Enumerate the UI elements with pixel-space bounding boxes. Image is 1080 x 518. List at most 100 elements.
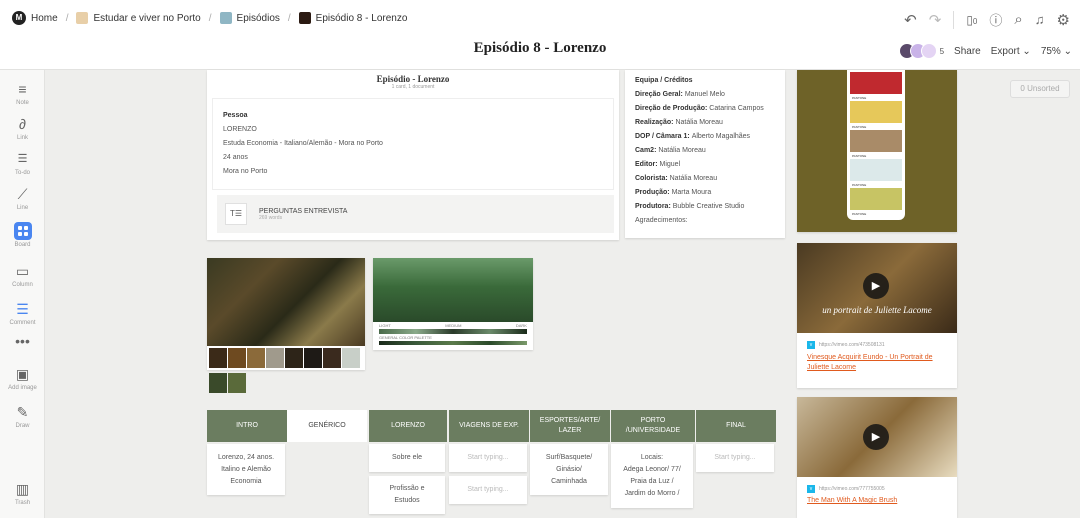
breadcrumb: M Home / Estudar e viver no Porto / Epis… bbox=[12, 11, 407, 25]
column-card[interactable]: Surf/Basquete/Ginásio/Caminhada bbox=[530, 444, 608, 495]
column-header[interactable]: ESPORTES/ARTE/LAZER bbox=[530, 410, 610, 442]
palette-label: DARK bbox=[515, 323, 527, 328]
tool-trash[interactable]: ▥ Trash bbox=[0, 480, 45, 506]
note-line: Estuda Economia - Italiano/Alemão - Mora… bbox=[223, 140, 383, 147]
column-header[interactable]: INTRO bbox=[207, 410, 287, 442]
note-line: Pessoa bbox=[223, 112, 248, 119]
column-card[interactable]: Start typing... bbox=[449, 476, 527, 504]
help-icon[interactable]: ⓘ bbox=[989, 10, 1002, 29]
redo-icon[interactable]: ↷ bbox=[929, 11, 942, 29]
device-icon[interactable]: ▯0 bbox=[966, 13, 977, 27]
tool-more[interactable]: ••• bbox=[0, 332, 45, 350]
column-card[interactable]: Start typing... bbox=[449, 444, 527, 472]
note-card[interactable]: Pessoa LORENZO Estuda Economia - Italian… bbox=[212, 98, 614, 190]
tool-line[interactable]: ⟋ Line bbox=[0, 185, 45, 211]
pantone-image[interactable]: PANTONE PANTONE PANTONE PANTONE PANTONE bbox=[797, 70, 957, 232]
tool-draw[interactable]: ✎ Draw bbox=[0, 403, 45, 429]
tool-board[interactable]: Board bbox=[0, 222, 45, 248]
comment-icon: ☰ bbox=[16, 301, 29, 317]
zoom-select[interactable]: 75% ⌄ bbox=[1041, 46, 1072, 57]
video-card[interactable]: ▶ v https://vimeo.com/777755005 The Man … bbox=[797, 397, 957, 518]
share-button[interactable]: Share bbox=[954, 46, 981, 57]
color-swatch bbox=[209, 373, 227, 393]
video-card[interactable]: ▶ un portrait de Juliette Lacome v https… bbox=[797, 243, 957, 388]
play-icon[interactable]: ▶ bbox=[863, 273, 889, 299]
note-line: Mora no Porto bbox=[223, 168, 268, 175]
board-card-title: Episódio - Lorenzo bbox=[376, 74, 450, 84]
undo-icon[interactable]: ↶ bbox=[904, 11, 917, 29]
column-card[interactable]: Lorenzo, 24 anos. Italino e Alemão Economi… bbox=[207, 444, 285, 495]
breadcrumb-item[interactable]: Episódios bbox=[219, 12, 280, 24]
board-card[interactable]: Episódio - Lorenzo 1 card, 1 document Pe… bbox=[207, 70, 619, 240]
play-icon[interactable]: ▶ bbox=[863, 424, 889, 450]
export-label: Export bbox=[990, 45, 1020, 57]
column-card[interactable]: Locais: Adega Leonor/ 77/Praia da Luz / Ja… bbox=[611, 444, 693, 508]
credit-role: Produtora: bbox=[635, 203, 673, 210]
column-card-text: Start typing... bbox=[467, 486, 509, 493]
credit-value: Natália Moreau bbox=[669, 175, 718, 182]
more-icon: ••• bbox=[15, 333, 30, 349]
board-color-icon bbox=[298, 12, 311, 24]
tool-todo[interactable]: ☰ To-do bbox=[0, 150, 45, 176]
tool-label: To-do bbox=[14, 170, 30, 176]
column-card-text: Start typing... bbox=[467, 454, 509, 461]
column-header[interactable]: PORTO/UNIVERSIDADE bbox=[611, 410, 695, 442]
column-header[interactable]: VIAGENS DE EXP. bbox=[449, 410, 529, 442]
tool-label: Add image bbox=[8, 385, 37, 391]
color-swatches bbox=[207, 346, 365, 398]
video-source: v https://vimeo.com/777755005 bbox=[797, 477, 957, 493]
video-title-link[interactable]: The Man With A Magic Brush bbox=[797, 493, 957, 508]
breadcrumb-separator: / bbox=[208, 12, 212, 24]
column-card[interactable]: Profissão e Estudos bbox=[369, 476, 445, 514]
unsorted-button[interactable]: 0 Unsorted bbox=[1010, 80, 1070, 98]
video-title-link[interactable]: Vinesque Acquirit Eundo - Un Portrait de… bbox=[797, 349, 957, 377]
column-card[interactable]: Sobre ele bbox=[369, 444, 445, 472]
breadcrumb-home[interactable]: M Home bbox=[12, 11, 58, 25]
column-header[interactable]: LORENZO bbox=[369, 410, 447, 442]
breadcrumb-label: Estudar e viver no Porto bbox=[93, 12, 201, 24]
credit-role: Editor: bbox=[635, 161, 660, 168]
note-line: LORENZO bbox=[223, 126, 257, 133]
tool-link[interactable]: ∂ Link bbox=[0, 115, 45, 141]
column-card-text: Start typing... bbox=[714, 454, 756, 461]
forest-moodboard-image[interactable] bbox=[207, 258, 365, 393]
video-url[interactable]: https://vimeo.com/473508131 bbox=[819, 342, 885, 348]
credit-line: Direção Geral: Manuel Melo bbox=[635, 88, 775, 102]
breadcrumb-label: Episódio 8 - Lorenzo bbox=[315, 12, 408, 24]
column-card[interactable]: Start typing... bbox=[696, 444, 774, 472]
forest-palette-image[interactable]: LIGHT MEDIUM DARK GENERAL COLOR PALETTE bbox=[373, 258, 533, 350]
color-swatch bbox=[285, 348, 303, 368]
link-icon: ∂ bbox=[19, 116, 26, 132]
credit-role: Direção de Produção: bbox=[635, 105, 710, 112]
pantone-label: PANTONE bbox=[852, 125, 904, 129]
search-icon[interactable]: ⌕ bbox=[1014, 11, 1022, 28]
credits-card[interactable]: Equipa / Créditos Direção Geral: Manuel … bbox=[625, 70, 785, 238]
gear-icon[interactable]: ⚙ bbox=[1057, 11, 1070, 29]
column-icon: ▭ bbox=[15, 263, 30, 279]
credit-role: DOP / Câmara 1: bbox=[635, 133, 692, 140]
column-header[interactable]: GENÉRICO bbox=[287, 410, 367, 442]
palette-labels: LIGHT MEDIUM DARK bbox=[373, 322, 533, 329]
tool-comment[interactable]: ☰ Comment bbox=[0, 300, 45, 326]
credit-value: Manuel Melo bbox=[684, 91, 725, 98]
bell-icon[interactable]: ♫ bbox=[1035, 12, 1045, 27]
collaborators[interactable]: 5 bbox=[898, 43, 944, 59]
palette-bar bbox=[379, 341, 527, 345]
document-card[interactable]: T☰ PERGUNTAS ENTREVISTA 269 words bbox=[217, 195, 614, 233]
tool-note[interactable]: ≡ Note bbox=[0, 80, 45, 106]
video-url[interactable]: https://vimeo.com/777755005 bbox=[819, 486, 885, 492]
home-icon: M bbox=[12, 11, 26, 25]
tool-column[interactable]: ▭ Column bbox=[0, 262, 45, 288]
breadcrumb-item[interactable]: Episódio 8 - Lorenzo bbox=[298, 12, 408, 24]
export-button[interactable]: Export ⌄ bbox=[991, 46, 1031, 57]
credit-line: Produção: Marta Moura bbox=[635, 186, 775, 200]
credits-list: Direção Geral: Manuel Melo Direção de Pro… bbox=[635, 88, 775, 228]
tool-sidebar: ≡ Note ∂ Link ☰ To-do ⟋ Line Board ▭ Col… bbox=[0, 70, 45, 518]
column-header[interactable]: FINAL bbox=[696, 410, 776, 442]
tool-add-image[interactable]: ▣ Add image bbox=[0, 365, 45, 391]
credit-value: Natália Moreau bbox=[675, 119, 723, 126]
tool-label: Line bbox=[16, 205, 29, 211]
pantone-strip: PANTONE PANTONE PANTONE PANTONE PANTONE bbox=[847, 70, 905, 220]
tool-label: Board bbox=[14, 242, 31, 248]
breadcrumb-item[interactable]: Estudar e viver no Porto bbox=[76, 12, 201, 24]
